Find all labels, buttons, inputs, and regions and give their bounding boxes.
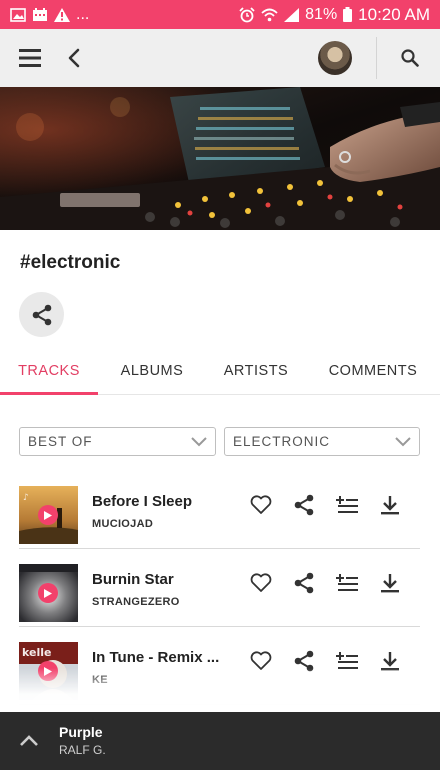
menu-icon — [19, 49, 41, 67]
genre-select-value: ELECTRONIC — [233, 434, 331, 449]
battery-icon — [343, 7, 353, 22]
tab-comments[interactable]: COMMENTS — [306, 347, 440, 395]
back-button[interactable] — [52, 36, 96, 80]
sort-select[interactable]: BEST OF — [19, 427, 216, 456]
signal-icon — [284, 7, 300, 22]
active-tab-indicator — [0, 392, 98, 395]
app-bar-divider — [376, 37, 377, 79]
track-artwork: ♪ — [19, 486, 78, 544]
back-arrow-icon — [68, 48, 80, 68]
track-title: In Tune - Remix ... — [92, 649, 220, 666]
list-fade-overlay — [0, 668, 440, 712]
share-button[interactable] — [290, 569, 318, 597]
playlist-add-icon — [336, 496, 358, 513]
battery-percent: 81% — [305, 5, 338, 23]
heart-icon — [250, 495, 272, 514]
share-icon — [294, 572, 314, 594]
add-to-queue-button[interactable] — [333, 491, 361, 519]
track-title: Before I Sleep — [92, 493, 193, 510]
track-artist: STRANGEZERO — [92, 596, 180, 608]
track-artwork — [19, 564, 78, 622]
status-bar: ... 81% 10:20 AM — [0, 0, 440, 29]
search-button[interactable] — [388, 36, 432, 80]
download-button[interactable] — [376, 491, 404, 519]
avatar[interactable] — [318, 41, 352, 75]
calendar-icon — [32, 7, 48, 22]
expand-player-button[interactable] — [15, 729, 43, 753]
like-button[interactable] — [247, 491, 275, 519]
svg-text:kelle: kelle — [22, 646, 51, 659]
menu-button[interactable] — [8, 36, 52, 80]
heart-icon — [250, 573, 272, 592]
download-icon — [381, 574, 399, 593]
share-icon — [32, 304, 51, 325]
playlist-add-icon — [336, 574, 358, 591]
wifi-icon — [261, 8, 278, 22]
sort-select-value: BEST OF — [28, 434, 93, 449]
svg-text:♪: ♪ — [23, 493, 29, 503]
status-more: ... — [76, 5, 90, 23]
track-row[interactable]: Burnin Star STRANGEZERO — [19, 549, 420, 627]
genre-select[interactable]: ELECTRONIC — [224, 427, 420, 456]
chevron-up-icon — [20, 735, 38, 746]
image-icon — [10, 7, 26, 22]
play-icon[interactable] — [38, 583, 58, 603]
download-button[interactable] — [376, 569, 404, 597]
tab-artists[interactable]: ARTISTS — [206, 347, 306, 395]
tab-tracks[interactable]: TRACKS — [0, 347, 98, 395]
now-playing-title: Purple — [59, 724, 103, 740]
page-title: #electronic — [20, 252, 121, 273]
hero-image — [0, 87, 440, 230]
tab-bar: TRACKS ALBUMS ARTISTS COMMENTS — [0, 347, 440, 395]
search-icon — [401, 49, 419, 67]
app-bar — [0, 29, 440, 87]
add-to-queue-button[interactable] — [333, 569, 361, 597]
chevron-down-icon — [191, 436, 207, 447]
download-icon — [381, 496, 399, 515]
track-row[interactable]: ♪ Before I Sleep MUCIOJAD — [19, 471, 420, 549]
alarm-icon — [239, 6, 255, 23]
track-artist: MUCIOJAD — [92, 518, 154, 530]
tab-albums[interactable]: ALBUMS — [98, 347, 206, 395]
warning-icon — [54, 7, 70, 22]
play-icon[interactable] — [38, 505, 58, 525]
share-button[interactable] — [19, 292, 64, 337]
share-button[interactable] — [290, 491, 318, 519]
share-icon — [294, 494, 314, 516]
like-button[interactable] — [247, 569, 275, 597]
track-title: Burnin Star — [92, 571, 174, 588]
clock: 10:20 AM — [358, 4, 430, 24]
mini-player[interactable]: Purple RALF G. — [0, 712, 440, 770]
chevron-down-icon — [395, 436, 411, 447]
now-playing-artist: RALF G. — [59, 743, 106, 757]
